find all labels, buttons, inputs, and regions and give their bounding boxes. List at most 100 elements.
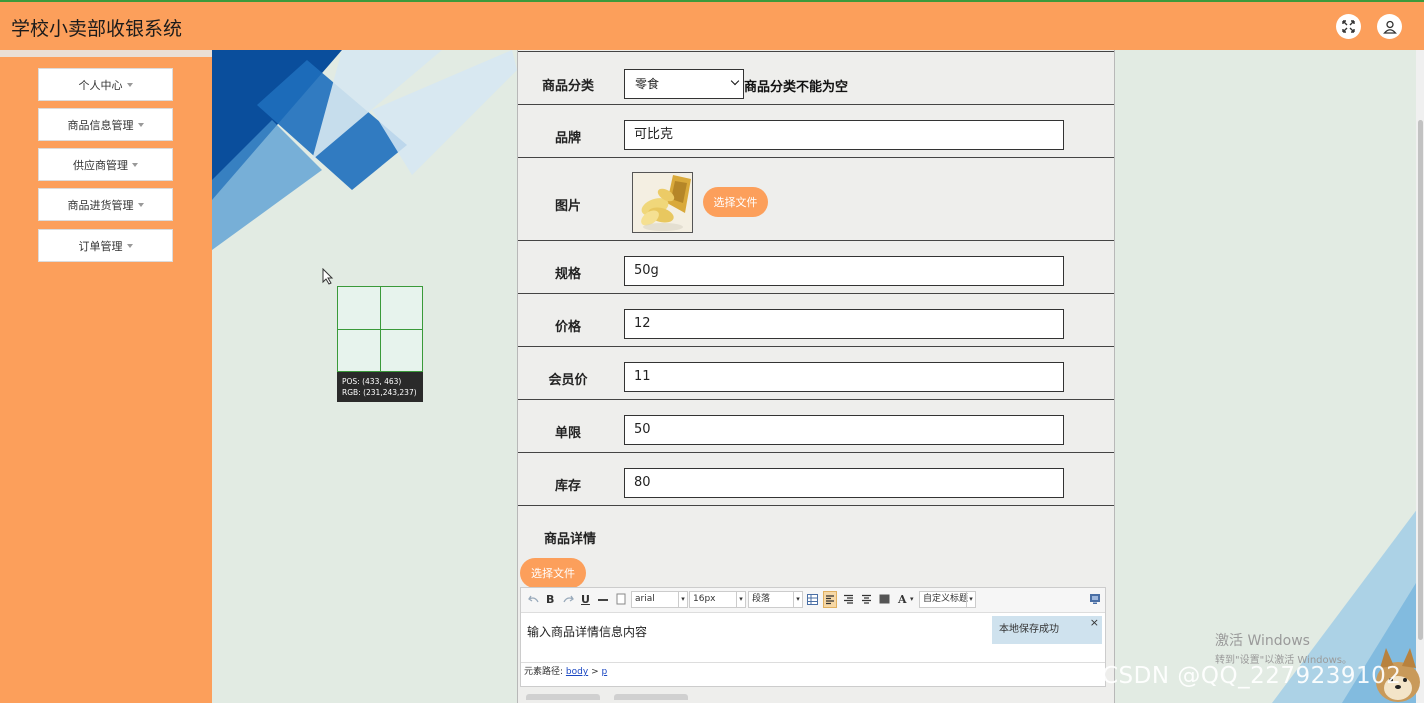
redo-icon[interactable] (563, 594, 574, 604)
align-center-icon[interactable] (861, 594, 872, 605)
align-left-icon (826, 595, 834, 605)
sidebar-item-label: 订单管理 (78, 239, 123, 253)
fullscreen-editor-icon[interactable] (1089, 593, 1101, 605)
bottom-button-partial[interactable] (526, 694, 600, 700)
sidebar-item-label: 个人中心 (78, 78, 123, 92)
dropdown-arrow-icon: ▾ (736, 592, 745, 607)
custom-title-value: 自定义标题 (923, 594, 969, 604)
spec-input[interactable]: 50g (624, 256, 1064, 286)
magnifier-rgb: RGB: (231,243,237) (342, 388, 417, 397)
close-icon[interactable]: × (1090, 609, 1099, 637)
save-toast-text: 本地保存成功 (999, 624, 1059, 635)
caret-down-icon (137, 202, 144, 207)
brand-input[interactable]: 可比克 (624, 120, 1064, 150)
paragraph-select[interactable]: 段落 ▾ (748, 591, 803, 608)
editor-toolbar: B U arial ▾ 16px ▾ 段落 ▾ A ▾ 自定义标题 ▾ (521, 588, 1105, 613)
windows-activation-watermark: 激活 Windows (1215, 633, 1310, 649)
form-row-price: 价格 12 (518, 294, 1114, 347)
sidebar-item-purchase[interactable]: 商品进货管理 (38, 188, 173, 221)
spec-label: 规格 (554, 267, 581, 282)
dropdown-arrow-icon: ▾ (966, 592, 975, 607)
sidebar-item-label: 商品进货管理 (67, 198, 134, 212)
dropdown-arrow-icon: ▾ (910, 595, 914, 603)
price-input[interactable]: 12 (624, 309, 1064, 339)
user-icon (1382, 20, 1397, 34)
sidebar-item-personal-center[interactable]: 个人中心 (38, 68, 173, 101)
color-picker-magnifier (337, 286, 423, 372)
details-label: 商品详情 (543, 532, 596, 547)
user-button[interactable] (1377, 14, 1402, 39)
details-choose-file-button[interactable]: 选择文件 (520, 558, 586, 588)
horizontal-rule-icon[interactable] (598, 599, 608, 601)
caret-down-icon (126, 243, 133, 248)
form-row-member-price: 会员价 11 (518, 347, 1114, 400)
sidebar-item-label: 商品信息管理 (67, 118, 134, 132)
product-form: 商品分类 零食 商品分类不能为空 品牌 可比克 图片 选择文件 规格 50g 价… (517, 50, 1115, 703)
brand-label: 品牌 (554, 131, 581, 146)
product-image-thumbnail (632, 172, 693, 233)
chips-image (633, 173, 692, 232)
chevron-down-icon (730, 76, 740, 86)
element-path-separator: > (591, 667, 599, 677)
form-row-spec: 规格 50g (518, 241, 1114, 294)
caret-down-icon (126, 82, 133, 87)
rich-text-editor: B U arial ▾ 16px ▾ 段落 ▾ A ▾ 自定义标题 ▾ 输入商品… (520, 587, 1106, 687)
mouse-cursor-icon (322, 268, 334, 285)
category-validation-hint: 商品分类不能为空 (744, 80, 849, 95)
page-scrollbar-thumb[interactable] (1418, 120, 1423, 640)
save-toast: 本地保存成功 × (992, 616, 1102, 644)
sidebar-item-orders[interactable]: 订单管理 (38, 229, 173, 262)
font-size-select[interactable]: 16px ▾ (689, 591, 746, 608)
font-family-select[interactable]: arial ▾ (631, 591, 688, 608)
element-path-p[interactable]: p (601, 667, 607, 677)
align-justify-icon[interactable] (879, 594, 890, 605)
limit-label: 单限 (554, 426, 581, 441)
font-color-button[interactable]: A (898, 593, 907, 606)
align-right-icon[interactable] (843, 594, 854, 605)
category-label: 商品分类 (541, 79, 594, 94)
form-row-limit: 单限 50 (518, 400, 1114, 453)
document-icon[interactable] (616, 593, 626, 605)
app-title: 学校小卖部收银系统 (11, 18, 183, 40)
fullscreen-icon (1342, 20, 1355, 33)
form-row-category: 商品分类 零食 商品分类不能为空 (518, 52, 1114, 105)
top-bar: 学校小卖部收银系统 (0, 0, 1424, 50)
caret-down-icon (132, 162, 138, 167)
csdn-watermark: CSDN @QQ_2279239102 (1102, 663, 1402, 689)
bold-button[interactable]: B (546, 593, 554, 606)
category-selected-value: 零食 (635, 77, 660, 91)
category-select[interactable]: 零食 (624, 69, 744, 99)
limit-input[interactable]: 50 (624, 415, 1064, 445)
image-label: 图片 (554, 199, 581, 214)
editor-content[interactable]: 输入商品详情信息内容 (527, 623, 647, 640)
magnifier-readout: POS: (433, 463) RGB: (231,243,237) (337, 372, 423, 402)
dropdown-arrow-icon: ▾ (678, 592, 687, 607)
font-size-value: 16px (693, 594, 716, 604)
form-row-stock: 库存 80 (518, 453, 1114, 506)
undo-icon[interactable] (528, 594, 539, 604)
element-path-body[interactable]: body (566, 667, 588, 677)
magnifier-crosshair (380, 287, 381, 371)
custom-title-select[interactable]: 自定义标题 ▾ (919, 591, 976, 608)
sidebar-item-supplier[interactable]: 供应商管理 (38, 148, 173, 181)
form-row-brand: 品牌 可比克 (518, 105, 1114, 158)
member-price-input[interactable]: 11 (624, 362, 1064, 392)
stock-label: 库存 (554, 479, 581, 494)
element-path-bar: 元素路径: body > p (521, 662, 1105, 680)
magnifier-pos: POS: (433, 463) (342, 377, 402, 386)
stock-input[interactable]: 80 (624, 468, 1064, 498)
bottom-button-partial[interactable] (614, 694, 688, 700)
align-left-button[interactable] (823, 591, 837, 608)
member-price-label: 会员价 (548, 373, 588, 388)
price-label: 价格 (554, 320, 581, 335)
fullscreen-button[interactable] (1336, 14, 1361, 39)
form-row-image: 图片 选择文件 (518, 158, 1114, 241)
font-family-value: arial (635, 594, 655, 604)
sidebar-item-label: 供应商管理 (73, 158, 128, 172)
underline-button[interactable]: U (581, 593, 590, 606)
table-icon[interactable] (807, 594, 818, 605)
image-choose-file-button[interactable]: 选择文件 (703, 187, 768, 217)
sidebar-divider (0, 50, 212, 57)
sidebar-item-product-info[interactable]: 商品信息管理 (38, 108, 173, 141)
caret-down-icon (137, 122, 144, 127)
